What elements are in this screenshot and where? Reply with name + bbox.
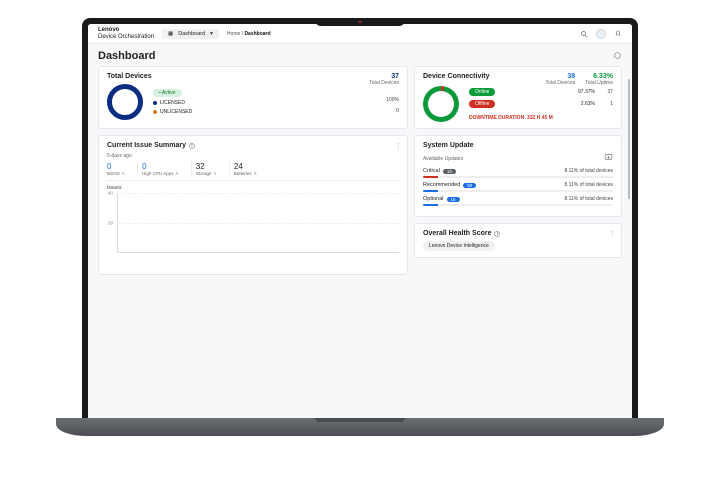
- issue-stats: 0BSOD ✎ 0High CPU Apps ✎ 32Storage ✎ 24Batt…: [107, 162, 399, 181]
- edit-icon[interactable]: ✎: [122, 171, 125, 176]
- grid-icon: ▦: [168, 31, 173, 37]
- count-pill: 15: [447, 197, 460, 202]
- update-row: Critical158.11% of total devices: [423, 168, 613, 178]
- update-row: Recommended508.11% of total devices: [423, 182, 613, 192]
- view-selector[interactable]: ▦ Dashboard ▾: [162, 29, 219, 39]
- camera-indicator: [358, 21, 362, 23]
- refresh-icon[interactable]: [613, 51, 622, 62]
- update-row: Optional158.11% of total devices: [423, 196, 613, 206]
- scrollbar[interactable]: [628, 79, 630, 199]
- avatar[interactable]: [596, 29, 606, 39]
- search-icon[interactable]: [580, 30, 588, 38]
- page-body: Dashboard Total Devices 37 Total Devices: [88, 44, 632, 418]
- card-device-connectivity: Device Connectivity 38Total Devices 6.33…: [414, 66, 622, 129]
- issues-bar-chart: 40 20: [117, 193, 399, 253]
- brand-logo: Lenovo Device Orchestration: [98, 27, 154, 40]
- dot-unlicensed-icon: [153, 110, 157, 114]
- view-selector-label: Dashboard: [178, 31, 205, 37]
- topbar-actions: [580, 29, 622, 39]
- laptop-frame: Lenovo Device Orchestration ▦ Dashboard …: [82, 18, 638, 418]
- card-health-score: ⋮ Overall Health Scorei Lenovo Device In…: [414, 223, 622, 258]
- issue-stat: 24Batteries ✎: [229, 162, 257, 176]
- more-icon[interactable]: ⋮: [609, 230, 615, 238]
- total-devices-donut: [107, 84, 143, 120]
- connectivity-donut: [423, 86, 459, 122]
- edit-icon[interactable]: ✎: [175, 171, 178, 176]
- breadcrumb-current: Dashboard: [244, 31, 270, 37]
- more-icon[interactable]: ⋮: [395, 142, 401, 150]
- legend-unlicensed: UNLICENSED: [153, 109, 192, 115]
- total-devices-count-label: Total Devices: [369, 80, 399, 86]
- brand-line2: Device Orchestration: [98, 34, 154, 40]
- count-pill: 15: [443, 169, 456, 174]
- edit-icon[interactable]: ✎: [254, 171, 257, 176]
- breadcrumb: Home / Dashboard: [227, 31, 271, 37]
- total-devices-values: 100% 0: [386, 95, 399, 117]
- legend-licensed: LICENSED: [153, 100, 192, 106]
- card-title: Total Devices: [107, 73, 399, 80]
- page-title: Dashboard: [98, 50, 155, 62]
- breadcrumb-home[interactable]: Home: [227, 31, 240, 37]
- count-pill: 50: [463, 183, 476, 188]
- card-total-devices: Total Devices 37 Total Devices • Active …: [98, 66, 408, 129]
- app-screen: Lenovo Device Orchestration ▦ Dashboard …: [88, 24, 632, 418]
- bars-container: [118, 193, 399, 252]
- active-pill: • Active: [153, 89, 182, 97]
- issue-stat: 32Storage ✎: [191, 162, 217, 176]
- legend-online: Online 97.37% 37: [469, 88, 613, 96]
- chevron-down-icon: ▾: [210, 31, 213, 37]
- laptop-base: [56, 418, 664, 436]
- bell-icon[interactable]: [614, 30, 622, 38]
- total-devices-count-block: 37 Total Devices: [369, 73, 399, 86]
- legend-offline: Offline 2.63% 1: [469, 100, 613, 108]
- total-devices-count: 37: [369, 73, 399, 80]
- info-icon[interactable]: i: [189, 143, 195, 149]
- system-update-rows: Critical158.11% of total devices Recommen…: [423, 168, 613, 206]
- card-issue-summary: ⋮ Current Issue Summaryi 5-days ago 0BSO…: [98, 135, 408, 275]
- info-icon[interactable]: i: [494, 231, 500, 237]
- downtime-row: DOWNTIME DURATION 332 H 45 M: [469, 115, 613, 121]
- dot-licensed-icon: [153, 101, 157, 105]
- health-source-pill: Lenovo Device Intelligence: [423, 241, 495, 251]
- top-bar: Lenovo Device Orchestration ▦ Dashboard …: [88, 24, 632, 44]
- card-system-update: System Update Available Updates Critical…: [414, 135, 622, 217]
- update-icon[interactable]: [604, 153, 613, 164]
- edit-icon[interactable]: ✎: [214, 171, 217, 176]
- issue-stat: 0High CPU Apps ✎: [137, 162, 179, 176]
- issue-stat: 0BSOD ✎: [107, 162, 125, 176]
